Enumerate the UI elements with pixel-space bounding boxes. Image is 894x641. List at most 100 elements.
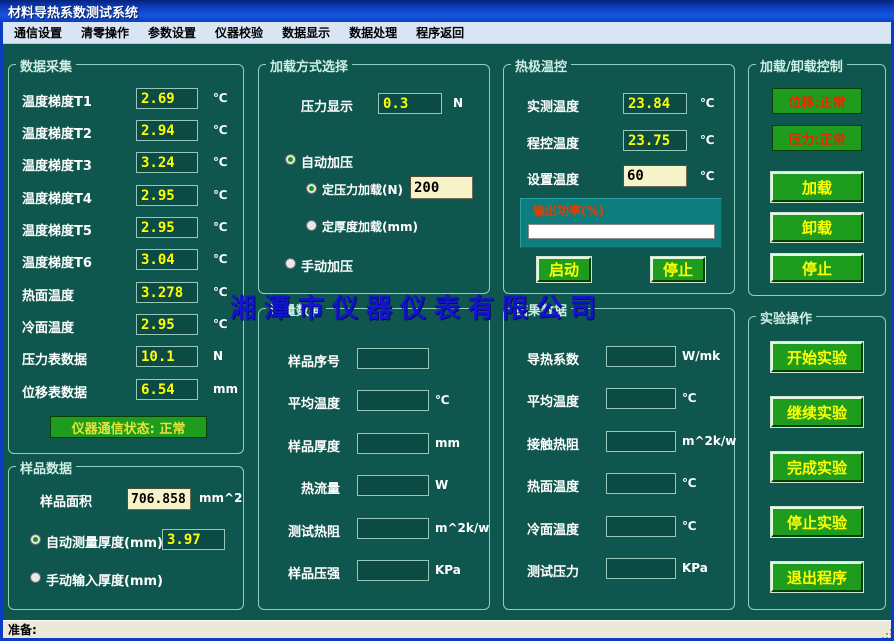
input-sample-area[interactable]: 706.858 (127, 488, 191, 510)
value-avg-temp-measure (357, 390, 429, 411)
label-hot-face-result: 热面温度 (527, 476, 579, 495)
stop-experiment-button[interactable]: 停止实验 (771, 507, 863, 537)
comm-status-indicator: 仪器通信状态: 正常 (50, 416, 207, 438)
label-cold-face-result: 冷面温度 (527, 519, 579, 538)
value-gradient-t3: 3.24 (136, 152, 198, 173)
label-test-pressure: 测试压力 (527, 561, 579, 580)
menu-data-processing[interactable]: 数据处理 (344, 24, 402, 41)
displacement-status-indicator: 位移:正常 (772, 88, 862, 114)
unit-gradient-t4: ℃ (213, 188, 228, 202)
label-heat-flow: 热流量 (258, 478, 340, 497)
radio-auto-thickness[interactable] (30, 534, 41, 545)
label-sample-serial: 样品序号 (258, 351, 340, 370)
pressure-status-indicator: 压力:正常 (772, 125, 862, 151)
unit-hot-face-result: ℃ (682, 476, 697, 490)
value-gradient-t4: 2.95 (136, 185, 198, 206)
status-text: 准备: (3, 621, 37, 638)
window-title: 材料导热系数测试系统 (0, 2, 138, 21)
unit-avg-temp-measure: ℃ (435, 393, 450, 407)
input-const-pressure[interactable]: 200 (410, 176, 473, 199)
radio-auto-pressurize[interactable] (285, 154, 296, 165)
unit-thermal-conductivity: W/mk (682, 349, 720, 363)
unload-button[interactable]: 卸载 (771, 213, 863, 242)
unit-contact-resistance: m^2k/w (682, 434, 736, 448)
label-manual-pressurize: 手动加压 (301, 256, 353, 275)
value-pressure-display: 0.3 (378, 93, 442, 114)
unit-gradient-t1: ℃ (213, 91, 228, 105)
value-test-pressure (606, 558, 676, 579)
continue-experiment-button[interactable]: 继续实验 (771, 397, 863, 427)
window-border-left (0, 22, 3, 641)
menu-parameter-settings[interactable]: 参数设置 (143, 24, 201, 41)
app-window: 材料导热系数测试系统 通信设置 清零操作 参数设置 仪器校验 数据显示 数据处理… (0, 0, 894, 641)
unit-heat-flow: W (435, 478, 448, 492)
finish-experiment-button[interactable]: 完成实验 (771, 452, 863, 482)
label-gradient-t3: 温度梯度T3 (22, 155, 92, 174)
start-experiment-button[interactable]: 开始实验 (771, 342, 863, 372)
panel-loading-mode-title: 加载方式选择 (266, 56, 352, 75)
radio-const-pressure[interactable] (306, 183, 317, 194)
value-test-resistance (357, 518, 429, 539)
value-heat-flow (357, 475, 429, 496)
menu-comm-settings[interactable]: 通信设置 (9, 24, 67, 41)
radio-manual-pressurize[interactable] (285, 258, 296, 269)
unit-hot-face-temp: ℃ (213, 285, 228, 299)
panel-hot-pole-title: 热极温控 (511, 56, 571, 75)
input-set-temp[interactable]: 60 (623, 165, 687, 187)
value-displacement-gauge: 6.54 (136, 379, 198, 400)
panel-data-acquisition-title: 数据采集 (16, 56, 76, 75)
status-bar: 准备: (3, 620, 891, 638)
unit-set-temp: ℃ (700, 169, 715, 183)
label-measured-temp: 实测温度 (527, 96, 579, 115)
load-button[interactable]: 加载 (771, 172, 863, 202)
stop-load-button[interactable]: 停止 (771, 254, 863, 282)
radio-const-thickness[interactable] (306, 220, 317, 231)
unit-gradient-t2: ℃ (213, 123, 228, 137)
unit-sample-pressure: KPa (435, 563, 461, 577)
exit-program-button[interactable]: 退出程序 (771, 562, 863, 592)
label-auto-thickness: 自动测量厚度(mm) (46, 532, 163, 551)
value-gradient-t5: 2.95 (136, 217, 198, 238)
value-sample-thickness (357, 433, 429, 454)
label-cold-face-temp: 冷面温度 (22, 317, 74, 336)
menu-data-display[interactable]: 数据显示 (277, 24, 335, 41)
company-watermark: 湘潭市仪器仪表有限公司 (230, 288, 604, 325)
value-gradient-t6: 3.04 (136, 249, 198, 270)
label-test-resistance: 测试热阻 (258, 521, 340, 540)
label-avg-temp-measure: 平均温度 (258, 393, 340, 412)
power-output-progressbar (528, 224, 715, 239)
value-avg-temp-result (606, 388, 676, 409)
label-contact-resistance: 接触热阻 (527, 434, 579, 453)
menu-zero-operation[interactable]: 清零操作 (76, 24, 134, 41)
value-auto-thickness: 3.97 (162, 529, 225, 550)
label-displacement-gauge: 位移表数据 (22, 382, 87, 401)
label-const-thickness: 定厚度加载(mm) (322, 218, 418, 235)
value-measured-temp: 23.84 (623, 93, 687, 114)
label-program-temp: 程控温度 (527, 133, 579, 152)
value-sample-serial (357, 348, 429, 369)
unit-sample-area: mm^2 (199, 491, 242, 505)
label-sample-thickness: 样品厚度 (258, 436, 340, 455)
unit-gradient-t3: ℃ (213, 155, 228, 169)
label-set-temp: 设置温度 (527, 169, 579, 188)
unit-pressure-display: N (453, 96, 463, 110)
value-hot-face-result (606, 473, 676, 494)
value-hot-face-temp: 3.278 (136, 282, 198, 303)
start-heating-button[interactable]: 启动 (537, 257, 591, 282)
stop-heating-button[interactable]: 停止 (651, 257, 705, 282)
panel-load-control-title: 加载/卸载控制 (756, 56, 847, 75)
title-bar[interactable]: 材料导热系数测试系统 (0, 0, 894, 22)
value-pressure-gauge: 10.1 (136, 346, 198, 367)
value-gradient-t2: 2.94 (136, 120, 198, 141)
label-thermal-conductivity: 导热系数 (527, 349, 579, 368)
label-gradient-t1: 温度梯度T1 (22, 91, 92, 110)
menu-program-return[interactable]: 程序返回 (411, 24, 469, 41)
unit-gradient-t6: ℃ (213, 252, 228, 266)
value-contact-resistance (606, 431, 676, 452)
radio-manual-thickness[interactable] (30, 572, 41, 583)
menu-bar: 通信设置 清零操作 参数设置 仪器校验 数据显示 数据处理 程序返回 (3, 22, 891, 44)
label-avg-temp-result: 平均温度 (527, 391, 579, 410)
menu-instrument-calibration[interactable]: 仪器校验 (210, 24, 268, 41)
label-pressure-display: 压力显示 (301, 96, 353, 115)
label-auto-pressurize: 自动加压 (301, 152, 353, 171)
